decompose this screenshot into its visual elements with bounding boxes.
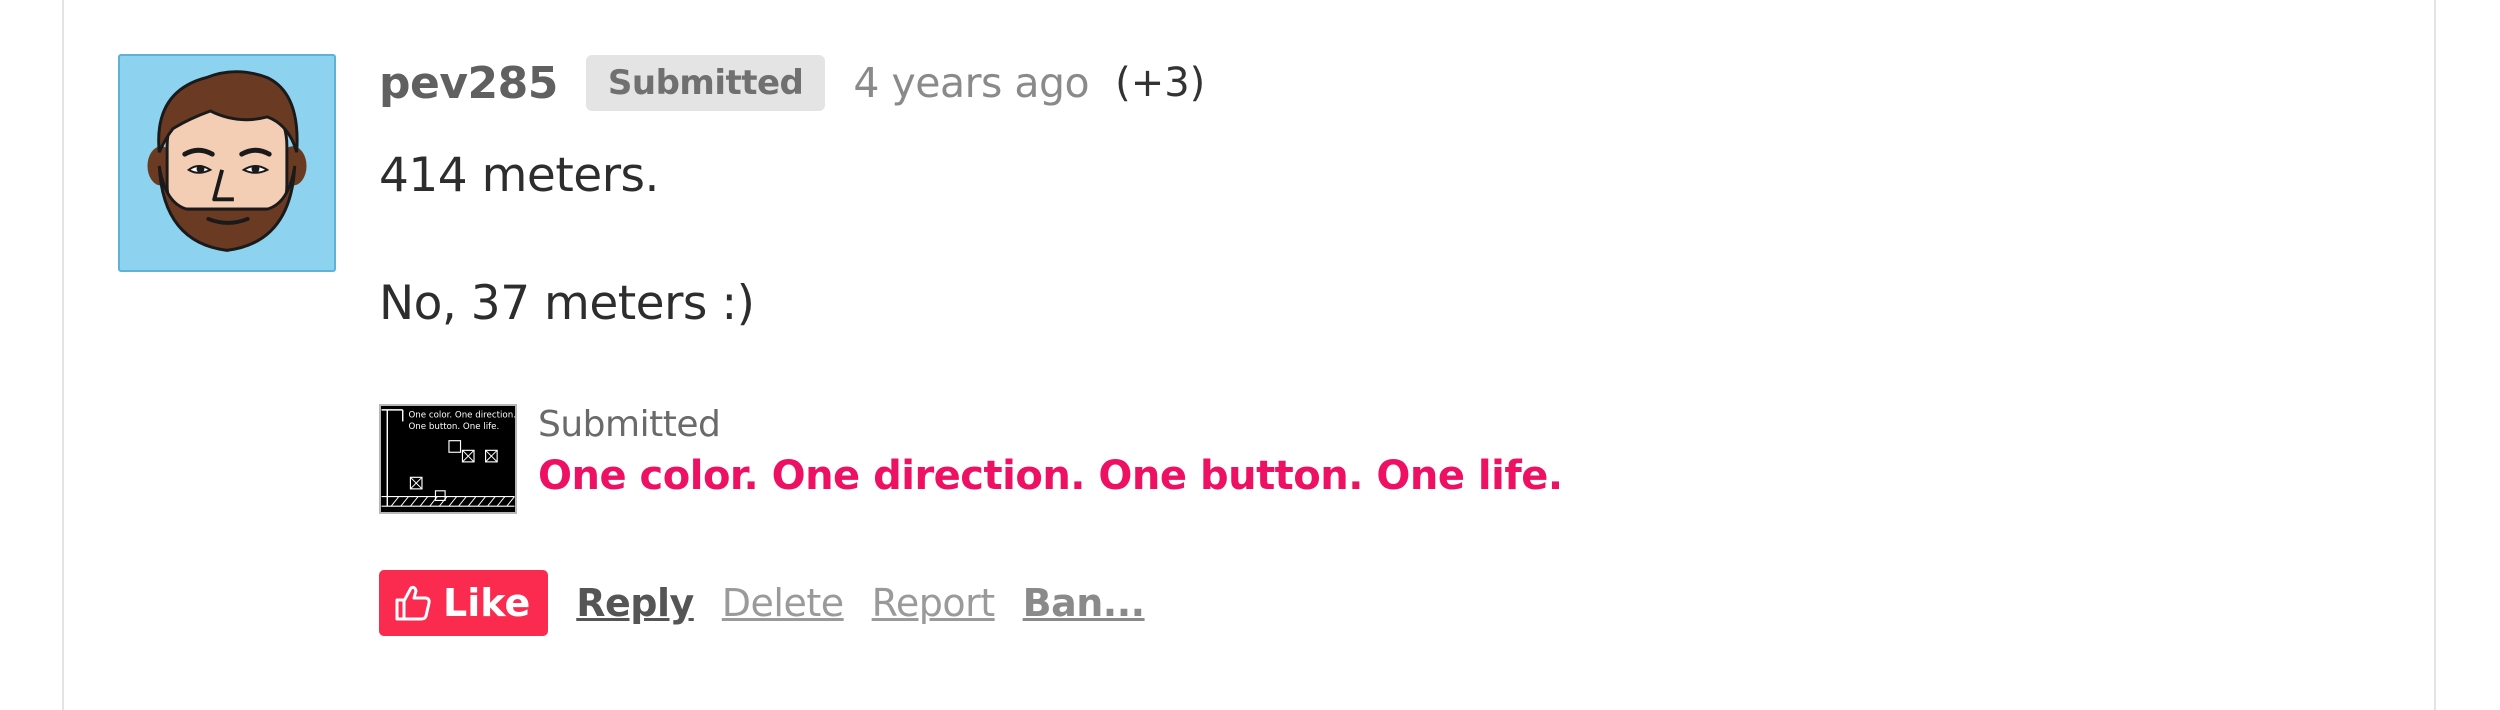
delete-link[interactable]: Delete [722,581,844,625]
thumbnail-caption-line-1: One color. One direction. [408,411,515,421]
comment-text-line-1: 414 meters. [379,148,659,203]
bearded-man-avatar-icon [147,70,307,252]
comment-text-line-2: No, 37 meters :) [379,276,755,331]
game-title-link[interactable]: One color. One direction. One button. On… [538,453,1563,499]
vote-count: (+3) [1115,60,1206,106]
comment-header: pev285 Submitted 4 years ago (+3) [379,52,1205,114]
game-thumbnail[interactable]: One color. One direction. One button. On… [379,404,517,514]
author-username[interactable]: pev285 [379,58,558,109]
comment-timestamp[interactable]: 4 years ago [853,59,1089,107]
game-status: Submitted [538,404,721,445]
like-label: Like [443,581,531,625]
comment-actions: Like Reply Delete Report Ban... [379,570,1145,636]
like-button[interactable]: Like [379,570,549,636]
thumbnail-caption-line-2: One button. One life. [408,422,499,432]
thumbs-up-icon [393,583,433,623]
user-avatar[interactable] [118,54,336,272]
ban-link[interactable]: Ban... [1023,581,1145,625]
report-link[interactable]: Report [872,581,995,625]
reply-link[interactable]: Reply [576,581,694,625]
submitted-badge: Submitted [585,55,826,111]
game-thumbnail-image: One color. One direction. One button. On… [381,406,515,512]
